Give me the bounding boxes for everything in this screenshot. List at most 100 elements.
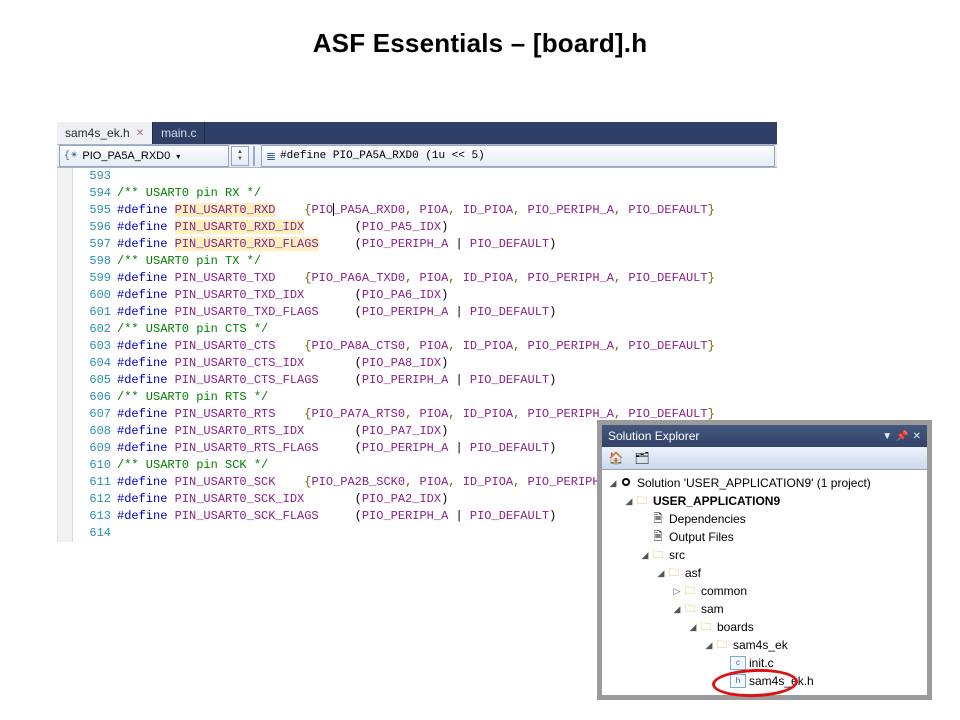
expand-collapse-icon[interactable]: ◢ [656, 568, 666, 579]
code-token: #define [117, 220, 175, 234]
tree-node[interactable]: ◢🗀USER_APPLICATION9 [604, 492, 925, 510]
line-number: 596 [73, 219, 111, 236]
code-token: /** USART0 pin TX */ [117, 254, 261, 268]
code-token: | [448, 441, 470, 455]
code-token: PIN_USART0_SCK [175, 475, 276, 489]
code-line[interactable]: #define PIN_USART0_RXD {PIO_PA5A_RXD0, P… [117, 202, 777, 219]
tree-node[interactable]: cinit.c [604, 654, 925, 672]
code-token: PIOA [419, 271, 448, 285]
tree-node-label: sam4s_ek.h [749, 674, 814, 688]
folder-icon: 🗀 [682, 584, 698, 598]
code-token: , [513, 407, 527, 421]
solution-explorer-panel: Solution Explorer ▼ 📌 ✕ 🏠 🗂 ◢🞈Solution '… [597, 420, 932, 700]
symbol-combo[interactable]: {✴ PIO_PA5A_RXD0 ▾ [59, 145, 229, 167]
line-number-gutter: 5935945955965975985996006016026036046056… [73, 168, 117, 542]
definition-combo-text: #define PIO_PA5A_RXD0 (1u << 5) [280, 150, 485, 162]
expand-collapse-icon[interactable]: ◢ [608, 478, 618, 489]
symbol-icon: {✴ [64, 150, 78, 162]
tree-node[interactable]: ◢🗀sam [604, 600, 925, 618]
line-number: 602 [73, 321, 111, 338]
tree-node-label: Solution 'USER_APPLICATION9' (1 project) [637, 476, 871, 490]
editor-tab[interactable]: main.c [153, 122, 205, 144]
code-token: PIN_USART0_RXD_IDX [175, 220, 305, 234]
tree-node[interactable]: ◢🗀asf [604, 564, 925, 582]
expand-collapse-icon[interactable]: ◢ [672, 604, 682, 615]
code-token: PIO_PERIPH_A [362, 509, 448, 523]
code-token: PIO_DEFAULT [628, 203, 707, 217]
code-token: | [448, 237, 470, 251]
code-line[interactable] [117, 168, 777, 185]
code-token: , [513, 475, 527, 489]
tree-node[interactable]: ▷🗀common [604, 582, 925, 600]
code-line[interactable]: /** USART0 pin CTS */ [117, 321, 777, 338]
code-token: ) [441, 492, 448, 506]
code-token: PIN_USART0_RTS_FLAGS [175, 441, 319, 455]
code-token: , [614, 407, 628, 421]
solution-tree[interactable]: ◢🞈Solution 'USER_APPLICATION9' (1 projec… [602, 470, 927, 694]
tree-node[interactable]: ◢🗀src [604, 546, 925, 564]
editor-tab[interactable]: sam4s_ek.h✕ [57, 122, 153, 144]
code-token: ( [319, 237, 362, 251]
code-line[interactable]: #define PIN_USART0_RXD_FLAGS (PIO_PERIPH… [117, 236, 777, 253]
cfile-icon: c [730, 656, 746, 670]
show-all-files-icon[interactable]: 🗂 [632, 448, 652, 468]
code-line[interactable]: #define PIN_USART0_CTS_IDX (PIO_PA8_IDX) [117, 355, 777, 372]
line-number: 595 [73, 202, 111, 219]
tree-node-label: USER_APPLICATION9 [653, 494, 780, 508]
code-token: #define [117, 373, 175, 387]
definition-combo[interactable]: ≣ #define PIO_PA5A_RXD0 (1u << 5) [261, 145, 775, 167]
code-line[interactable]: #define PIN_USART0_CTS_FLAGS (PIO_PERIPH… [117, 372, 777, 389]
editor-tab-label: main.c [161, 126, 196, 140]
code-token: PIO_PERIPH_A [362, 441, 448, 455]
code-token: ( [319, 305, 362, 319]
line-number: 606 [73, 389, 111, 406]
tree-node[interactable]: hsam4s_ek.h [604, 672, 925, 690]
line-number: 600 [73, 287, 111, 304]
expand-collapse-icon[interactable]: ▷ [672, 586, 682, 597]
nav-spinner[interactable]: ▲▼ [231, 146, 249, 166]
close-icon[interactable]: ✕ [136, 128, 144, 139]
code-line[interactable]: /** USART0 pin RTS */ [117, 389, 777, 406]
code-token: } [708, 407, 715, 421]
tree-node[interactable]: 🗎Output Files [604, 528, 925, 546]
expand-collapse-icon[interactable]: ◢ [640, 550, 650, 561]
code-token: PIO_PERIPH_A [528, 407, 614, 421]
code-token: PIN_USART0_TXD [175, 271, 276, 285]
code-token: #define [117, 475, 175, 489]
expand-collapse-icon[interactable]: ◢ [688, 622, 698, 633]
code-line[interactable]: #define PIN_USART0_TXD_FLAGS (PIO_PERIPH… [117, 304, 777, 321]
code-token: PIO_DEFAULT [628, 407, 707, 421]
tree-node[interactable]: ◢🞈Solution 'USER_APPLICATION9' (1 projec… [604, 474, 925, 492]
code-line[interactable]: #define PIN_USART0_TXD {PIO_PA6A_TXD0, P… [117, 270, 777, 287]
editor-tabstrip: sam4s_ek.h✕ main.c [57, 122, 777, 144]
expand-collapse-icon[interactable]: ◢ [704, 640, 714, 651]
code-line[interactable]: /** USART0 pin RX */ [117, 185, 777, 202]
code-token: , [405, 407, 419, 421]
code-token: ) [549, 373, 556, 387]
code-line[interactable]: #define PIN_USART0_CTS {PIO_PA8A_CTS0, P… [117, 338, 777, 355]
expand-collapse-icon[interactable]: ◢ [624, 496, 634, 507]
tree-node[interactable]: ◢🗀boards [604, 618, 925, 636]
code-token: PIN_USART0_RTS_IDX [175, 424, 305, 438]
code-token: PIN_USART0_CTS_FLAGS [175, 373, 319, 387]
folder-icon: 🗀 [666, 566, 682, 580]
code-line[interactable]: #define PIN_USART0_TXD_IDX (PIO_PA6_IDX) [117, 287, 777, 304]
tree-node[interactable]: 🗎Dependencies [604, 510, 925, 528]
code-token: , [448, 339, 462, 353]
breakpoint-margin[interactable] [58, 168, 73, 542]
code-line[interactable]: #define PIN_USART0_RXD_IDX (PIO_PA5_IDX) [117, 219, 777, 236]
code-token: ) [441, 424, 448, 438]
solution-explorer-title-bar[interactable]: Solution Explorer ▼ 📌 ✕ [602, 425, 927, 447]
home-icon[interactable]: 🏠 [606, 448, 626, 468]
code-token: ) [441, 220, 448, 234]
code-line[interactable]: /** USART0 pin TX */ [117, 253, 777, 270]
code-token: PIO_PERIPH_A [528, 203, 614, 217]
pin-icon[interactable]: 📌 [896, 431, 908, 442]
code-token: PIO_PA6_IDX [362, 288, 441, 302]
close-icon[interactable]: ✕ [913, 431, 921, 442]
tree-node[interactable]: ◢🗀sam4s_ek [604, 636, 925, 654]
dropdown-icon[interactable]: ▼ [882, 431, 892, 442]
code-token: #define [117, 509, 175, 523]
code-token: PIN_USART0_TXD_IDX [175, 288, 305, 302]
sol-icon: 🞈 [618, 476, 634, 490]
